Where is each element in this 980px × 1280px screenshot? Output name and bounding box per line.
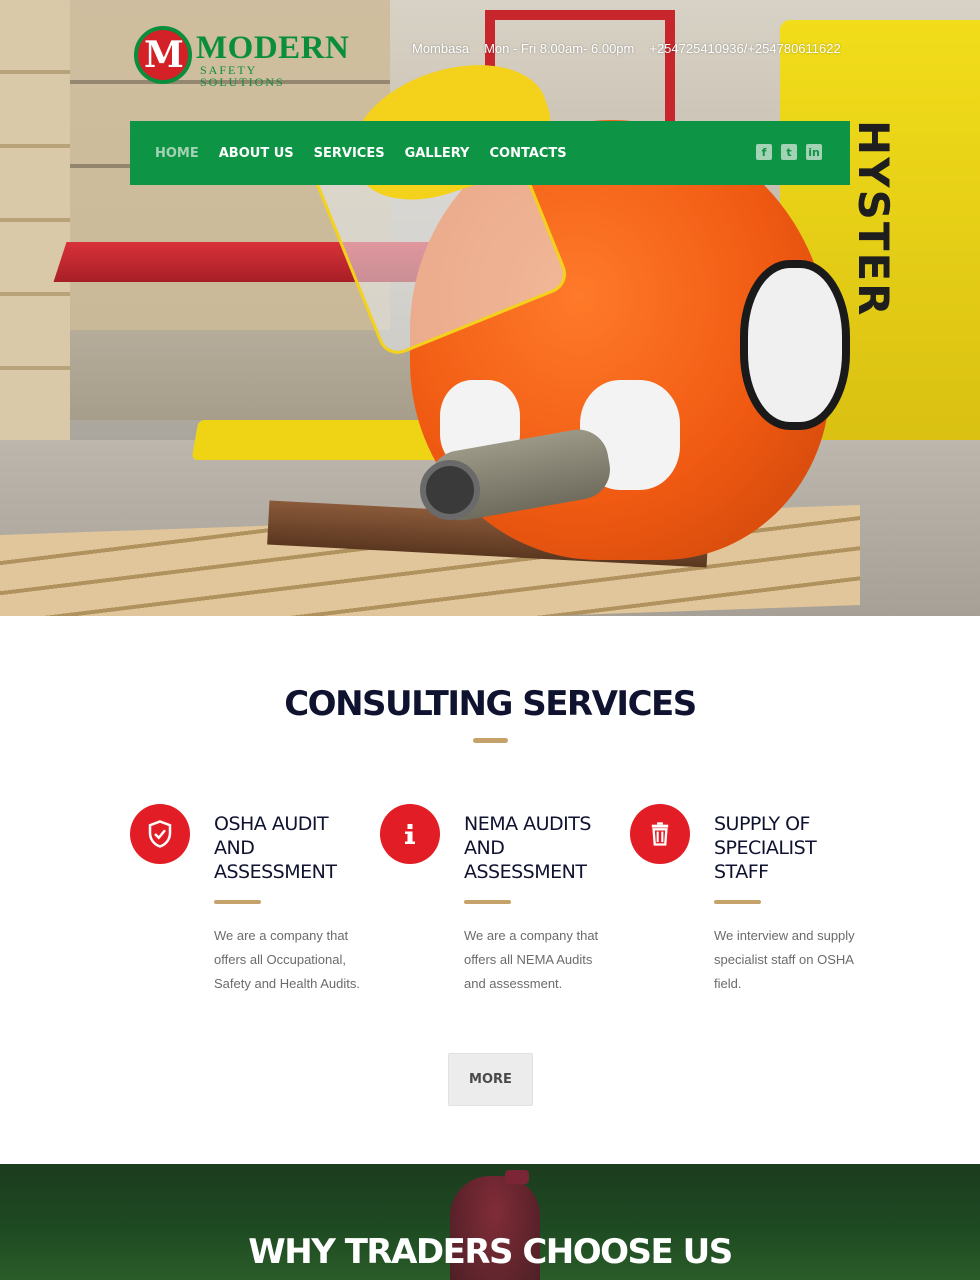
- phone-text[interactable]: +254725410936/+254780611622: [649, 41, 840, 56]
- service-description: We interview and supply specialist staff…: [714, 928, 855, 991]
- knee-pad: [740, 260, 850, 430]
- why-choose-us-title: WHY TRADERS CHOOSE US: [248, 1232, 733, 1272]
- linkedin-icon[interactable]: in: [806, 144, 822, 160]
- cardboard-boxes: [0, 0, 70, 490]
- twitter-icon[interactable]: t: [781, 144, 797, 160]
- consulting-services-title: CONSULTING SERVICES: [284, 684, 697, 724]
- top-contact-info: Mombasa Mon - Fri 8.00am- 6.00pm +254725…: [412, 41, 841, 56]
- hydrant-cap: [505, 1170, 529, 1184]
- shield-check-icon: [130, 804, 190, 864]
- location-text: Mombasa: [412, 41, 470, 56]
- service-divider: [464, 900, 511, 904]
- nav-services[interactable]: SERVICES: [314, 146, 385, 161]
- title-divider: [473, 738, 508, 743]
- service-description: We are a company that offers all Occupat…: [214, 928, 360, 991]
- main-navigation: HOME ABOUT US SERVICES GALLERY CONTACTS …: [130, 121, 850, 185]
- logo-tagline: SAFETY SOLUTIONS: [200, 63, 285, 89]
- facebook-icon[interactable]: f: [756, 144, 772, 160]
- logo-badge-icon: M: [134, 26, 192, 84]
- nav-contacts[interactable]: CONTACTS: [489, 146, 566, 161]
- info-icon: [380, 804, 440, 864]
- nav-home[interactable]: HOME: [155, 146, 199, 161]
- service-divider: [714, 900, 761, 904]
- hours-text: Mon - Fri 8.00am- 6.00pm: [484, 41, 635, 56]
- nav-gallery[interactable]: GALLERY: [405, 146, 470, 161]
- site-logo[interactable]: M MODERN SAFETY SOLUTIONS: [134, 26, 350, 89]
- service-title: NEMA AUDITS AND ASSESSMENT: [464, 813, 591, 883]
- more-button[interactable]: MORE: [448, 1053, 533, 1106]
- logo-name: MODERN: [196, 30, 350, 66]
- logo-mark: M: [144, 34, 184, 76]
- service-divider: [214, 900, 261, 904]
- service-description: We are a company that offers all NEMA Au…: [464, 928, 599, 991]
- nav-about-us[interactable]: ABOUT US: [219, 146, 294, 161]
- grinder-disc: [420, 460, 480, 520]
- service-title: SUPPLY OF SPECIALIST STAFF: [714, 813, 817, 883]
- trash-icon: [630, 804, 690, 864]
- service-title: OSHA AUDIT AND ASSESSMENT: [214, 813, 337, 883]
- why-choose-us-section: WHY TRADERS CHOOSE US: [0, 1164, 980, 1280]
- social-links: f t in: [756, 144, 822, 160]
- hero-banner: HYSTER M MODERN SAFETY SOLUTIONS Mombasa…: [0, 0, 980, 616]
